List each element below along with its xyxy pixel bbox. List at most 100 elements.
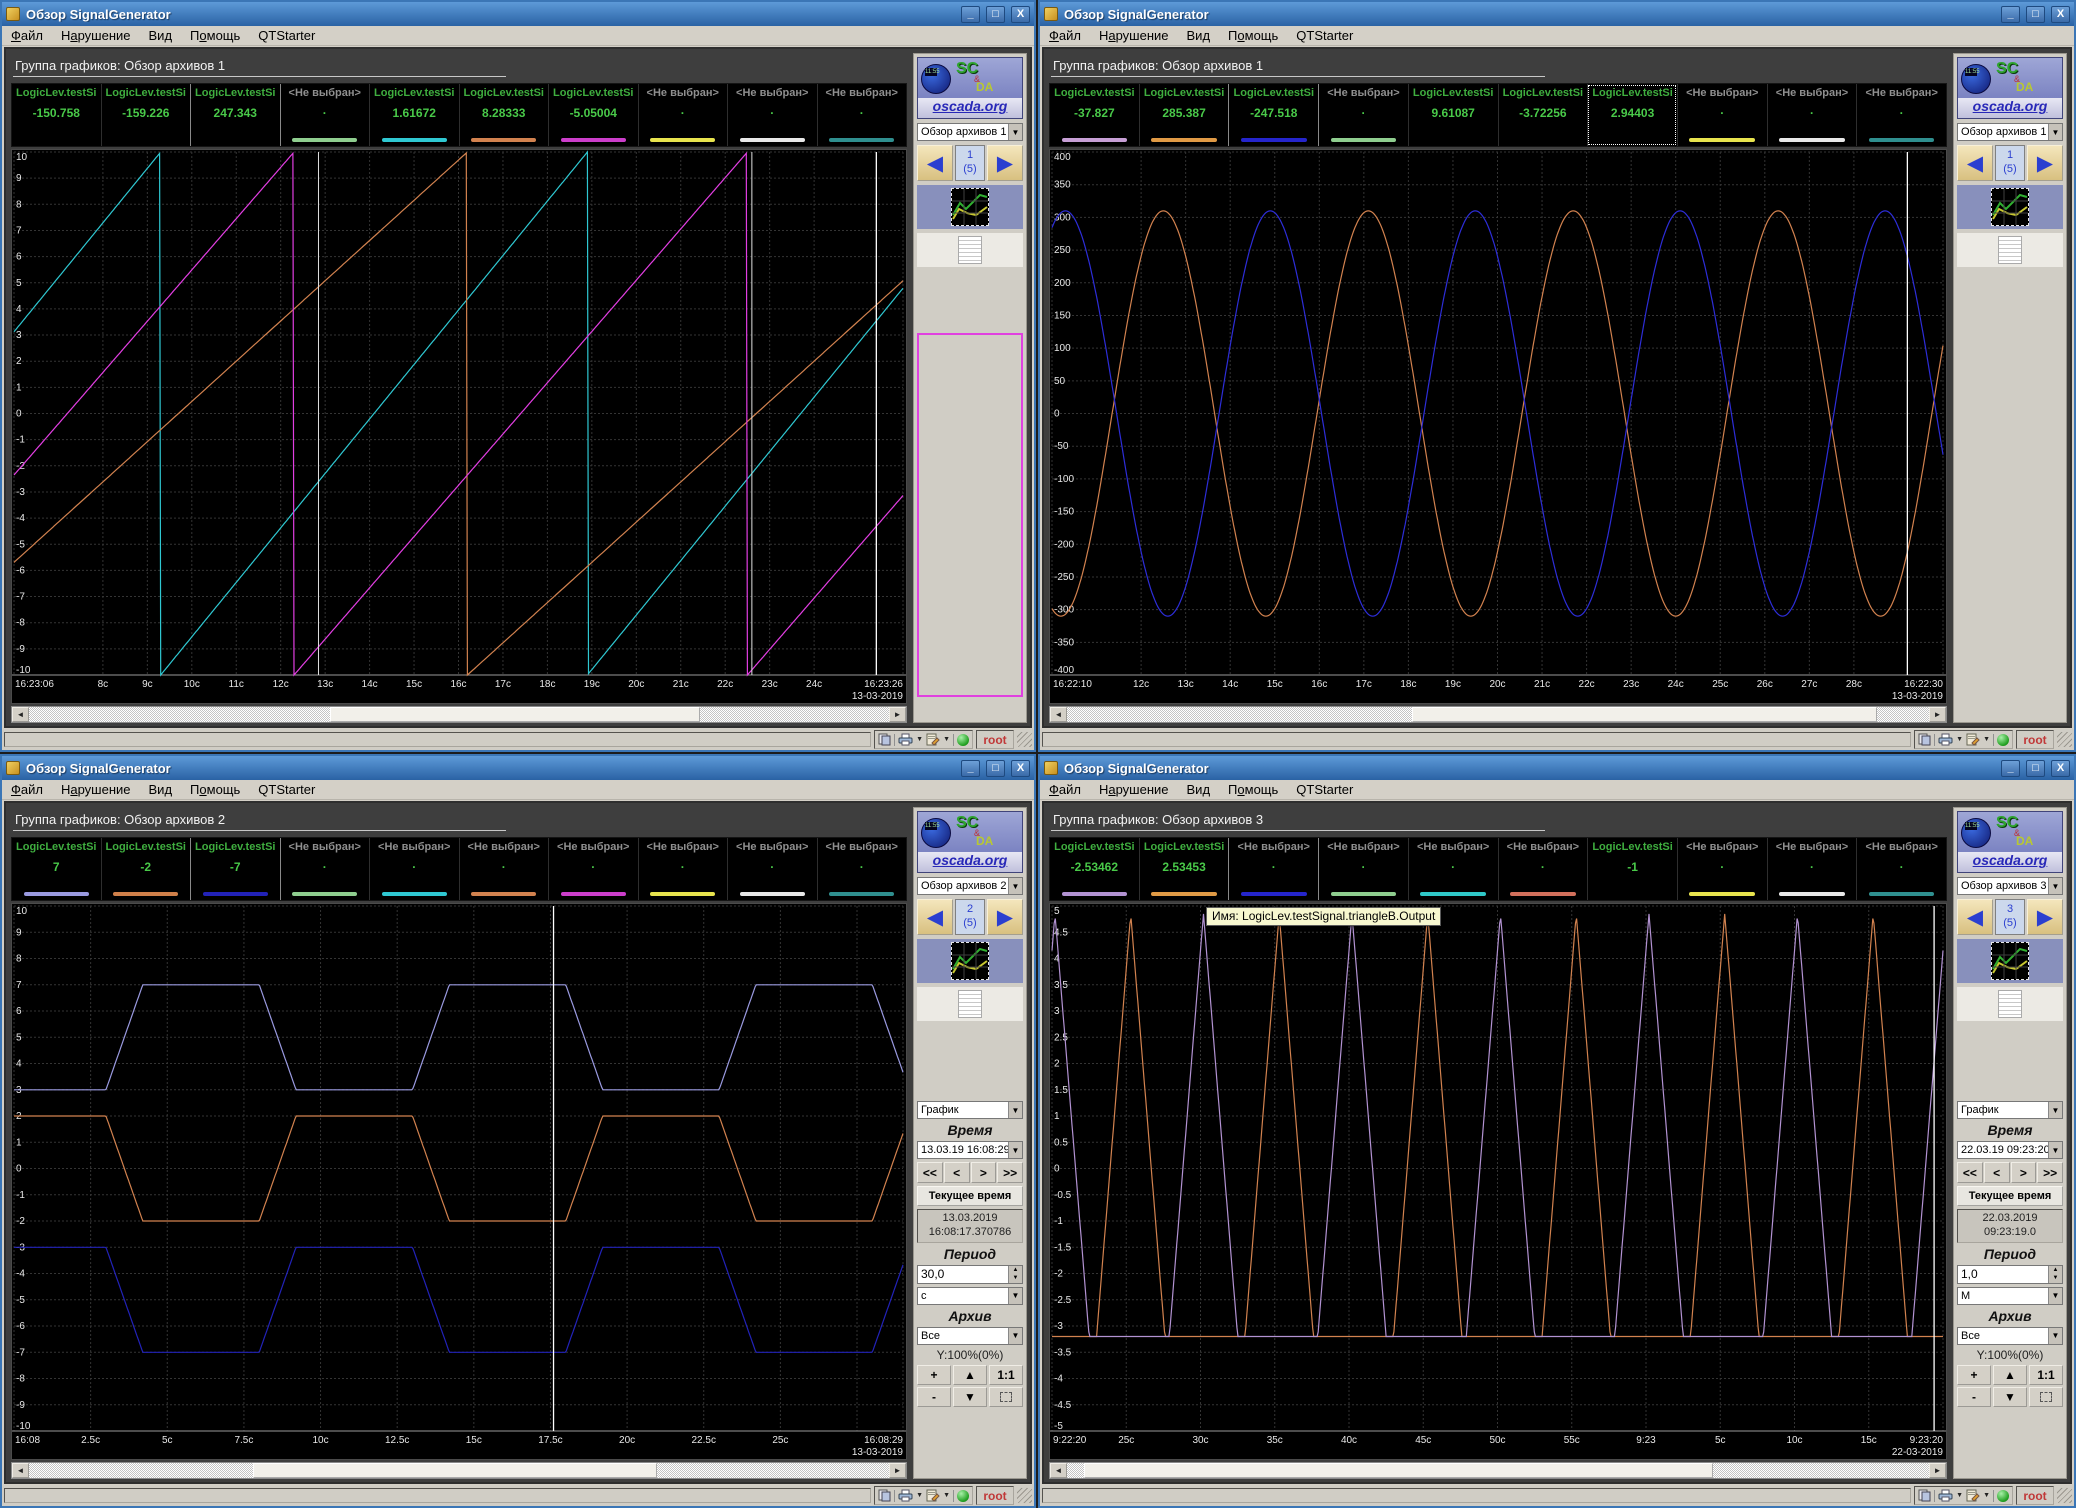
resize-grip[interactable] [1017, 1488, 1032, 1503]
chevron-down-icon[interactable]: ▼ [1956, 736, 1963, 743]
chevron-down-icon[interactable]: ▼ [2048, 878, 2062, 894]
scrollbar-thumb[interactable] [1412, 707, 1877, 722]
signal-column[interactable]: <Не выбран>· [1856, 84, 1946, 146]
zoom-in-button[interactable]: + [917, 1365, 951, 1385]
signal-column[interactable]: LogicLev.testSi-2.53462 [1050, 838, 1139, 900]
period-unit-select[interactable]: c ▼ [917, 1287, 1023, 1305]
scroll-left-button[interactable]: ◄ [12, 707, 29, 722]
signal-column[interactable]: LogicLev.testSi7 [12, 838, 101, 900]
datetime-select[interactable]: 13.03.19 16:08:29 ▼ [917, 1141, 1023, 1159]
step-fast-back-button[interactable]: << [917, 1162, 943, 1183]
menu-item[interactable]: Помощь [181, 781, 249, 798]
prev-group-button[interactable]: ◀ [1957, 145, 1993, 181]
close-button[interactable]: X [1011, 6, 1030, 23]
printer-icon[interactable] [1938, 1489, 1953, 1502]
signal-column[interactable]: <Не выбран>· [1677, 838, 1767, 900]
signal-column[interactable]: <Не выбран>· [817, 84, 907, 146]
step-back-button[interactable]: < [944, 1162, 970, 1183]
signal-column[interactable]: LogicLev.testSi247.343 [190, 84, 280, 146]
menu-item[interactable]: Помощь [181, 27, 249, 44]
signal-column[interactable]: <Не выбран>· [727, 838, 817, 900]
chevron-down-icon[interactable]: ▼ [1983, 736, 1990, 743]
minimize-button[interactable]: _ [2001, 760, 2020, 777]
signal-column[interactable]: LogicLev.testSi1.61672 [369, 84, 459, 146]
signal-column[interactable]: <Не выбран>· [1767, 84, 1857, 146]
signal-column[interactable]: LogicLev.testSi-7 [190, 838, 280, 900]
step-back-button[interactable]: < [1984, 1162, 2010, 1183]
zoom-reset-button[interactable]: 1:1 [2029, 1365, 2063, 1385]
maximize-button[interactable]: □ [986, 760, 1005, 777]
chevron-down-icon[interactable]: ▼ [943, 1492, 950, 1499]
signal-column[interactable]: <Не выбран>· [817, 838, 907, 900]
chevron-down-icon[interactable]: ▼ [1008, 124, 1022, 140]
scroll-left-button[interactable]: ◄ [1050, 707, 1067, 722]
maximize-button[interactable]: □ [2026, 6, 2045, 23]
close-button[interactable]: X [2051, 760, 2070, 777]
chevron-down-icon[interactable]: ▼ [2048, 1288, 2062, 1304]
signal-column[interactable]: LogicLev.testSi-3.72256 [1498, 84, 1588, 146]
minimize-button[interactable]: _ [961, 760, 980, 777]
menu-item[interactable]: QTStarter [249, 27, 324, 44]
menu-item[interactable]: Нарушение [1090, 781, 1178, 798]
spin-up-icon[interactable]: ▲ [1009, 1266, 1022, 1275]
signal-column[interactable]: <Не выбран>· [1228, 838, 1318, 900]
horizontal-scrollbar[interactable]: ◄ ► [11, 706, 907, 723]
next-group-button[interactable]: ▶ [2027, 899, 2063, 935]
pan-down-button[interactable]: ▼ [1993, 1387, 2027, 1407]
chevron-down-icon[interactable]: ▼ [1008, 1328, 1022, 1344]
chevron-down-icon[interactable]: ▼ [2048, 1102, 2062, 1118]
zoom-reset-button[interactable]: 1:1 [989, 1365, 1023, 1385]
menu-item[interactable]: QTStarter [1287, 27, 1362, 44]
chevron-down-icon[interactable]: ▼ [1008, 878, 1022, 894]
trend-view-thumbnail[interactable] [917, 185, 1023, 229]
export-doc-icon[interactable] [926, 733, 940, 746]
scroll-left-button[interactable]: ◄ [12, 1463, 29, 1478]
titlebar[interactable]: Обзор SignalGenerator _ □ X [2, 756, 1034, 780]
menu-item[interactable]: Вид [140, 781, 182, 798]
view-mode-select[interactable]: График ▼ [917, 1101, 1023, 1119]
horizontal-scrollbar[interactable]: ◄ ► [1049, 1462, 1947, 1479]
trend-view-thumbnail[interactable] [917, 939, 1023, 983]
menu-item[interactable]: Помощь [1219, 27, 1287, 44]
scrollbar-thumb[interactable] [253, 1463, 657, 1478]
datetime-select[interactable]: 22.03.19 09:23:20 ▼ [1957, 1141, 2063, 1159]
export-doc-icon[interactable] [926, 1489, 940, 1502]
zoom-box-button[interactable] [989, 1387, 1023, 1407]
signal-column[interactable]: <Не выбран>· [548, 838, 638, 900]
signal-column[interactable]: <Не выбран>· [1318, 84, 1408, 146]
archive-group-select[interactable]: Обзор архивов 1 ▼ [1957, 123, 2063, 141]
archive-select[interactable]: Все ▼ [917, 1327, 1023, 1345]
scrollbar-track[interactable] [1067, 707, 1929, 722]
period-unit-select[interactable]: М ▼ [1957, 1287, 2063, 1305]
pan-up-button[interactable]: ▲ [953, 1365, 987, 1385]
step-fast-forward-button[interactable]: >> [997, 1162, 1023, 1183]
chevron-down-icon[interactable]: ▼ [1983, 1492, 1990, 1499]
step-fast-forward-button[interactable]: >> [2037, 1162, 2063, 1183]
current-time-button[interactable]: Текущее время [1957, 1186, 2063, 1206]
prev-group-button[interactable]: ◀ [917, 145, 953, 181]
signal-column[interactable]: <Не выбран>· [459, 838, 549, 900]
archive-group-select[interactable]: Обзор архивов 2 ▼ [917, 877, 1023, 895]
signal-column[interactable]: <Не выбран>· [638, 838, 728, 900]
printer-icon[interactable] [898, 1489, 913, 1502]
trend-chart[interactable]: 109876543210-1-2-3-4-5-6-7-8-9-1016:082.… [11, 903, 907, 1460]
scrollbar-track[interactable] [1067, 1463, 1929, 1478]
scrollbar-thumb[interactable] [330, 707, 700, 722]
menu-item[interactable]: Файл [1040, 27, 1090, 44]
scrollbar-track[interactable] [29, 707, 889, 722]
horizontal-scrollbar[interactable]: ◄ ► [11, 1462, 907, 1479]
menu-item[interactable]: Вид [1178, 781, 1220, 798]
signal-column[interactable]: <Не выбран>· [1498, 838, 1588, 900]
document-copy-icon[interactable] [1918, 1489, 1931, 1502]
menu-item[interactable]: Нарушение [1090, 27, 1178, 44]
document-view-thumbnail[interactable] [1957, 233, 2063, 267]
signal-column[interactable]: LogicLev.testSi8.28333 [459, 84, 549, 146]
menu-item[interactable]: Нарушение [52, 27, 140, 44]
signal-column[interactable]: LogicLev.testSi-150.758 [12, 84, 101, 146]
document-copy-icon[interactable] [878, 1489, 891, 1502]
document-copy-icon[interactable] [878, 733, 891, 746]
menu-item[interactable]: QTStarter [1287, 781, 1362, 798]
scrollbar-thumb[interactable] [1084, 1463, 1713, 1478]
spin-arrows[interactable]: ▲ ▼ [2048, 1266, 2062, 1283]
scroll-right-button[interactable]: ► [1929, 707, 1946, 722]
